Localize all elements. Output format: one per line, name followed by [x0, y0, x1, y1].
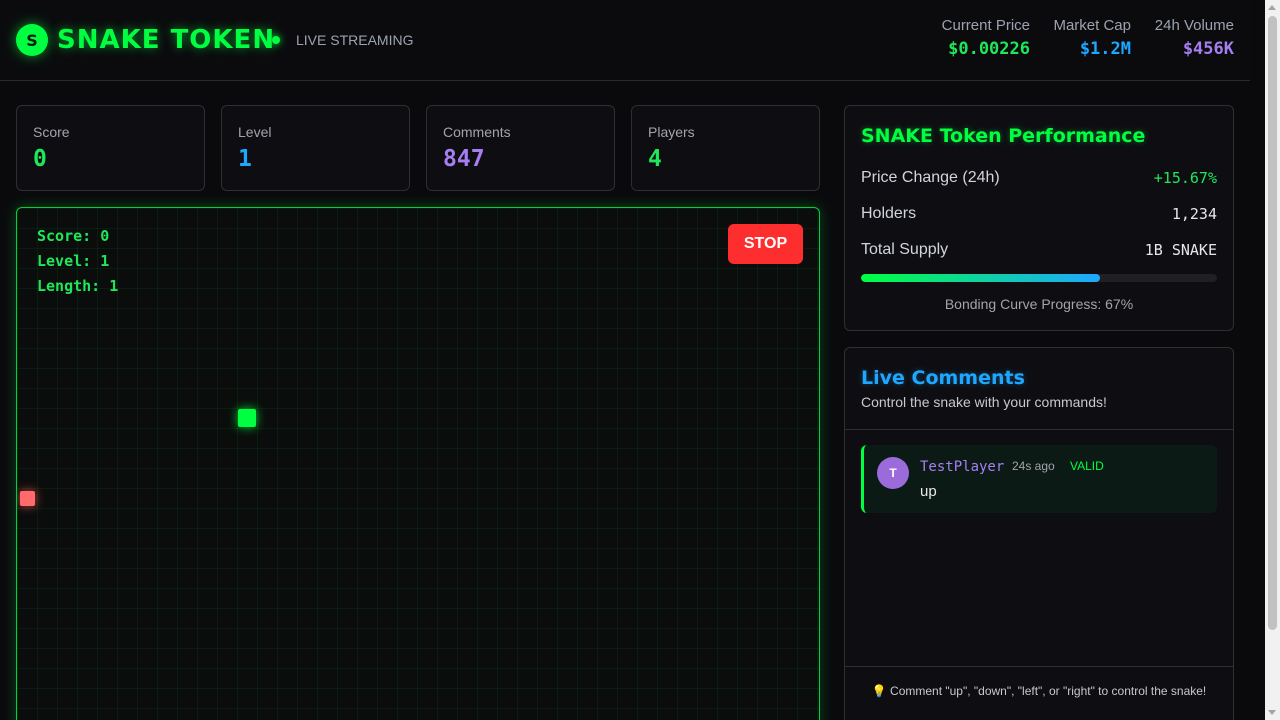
game-hud: Score: 0 Level: 1 Length: 1	[37, 224, 118, 299]
current-price-value: $0.00226	[948, 39, 1030, 59]
market-cap-stat: Market Cap $1.2M	[1053, 17, 1131, 59]
total-supply-label: Total Supply	[861, 241, 949, 258]
level-card-value: 1	[238, 146, 252, 172]
market-cap-value: $1.2M	[1079, 39, 1131, 59]
current-price-label: Current Price	[941, 17, 1030, 34]
hud-length: Length: 1	[37, 277, 119, 295]
stop-button[interactable]: STOP	[728, 224, 803, 264]
bonding-curve-progress-fill	[861, 274, 1100, 282]
comment-timestamp: 24s ago	[1012, 459, 1055, 473]
token-performance-panel: SNAKE Token Performance Price Change (24…	[844, 105, 1234, 331]
controls-tip: 💡 Comment "up", "down", "left", or "righ…	[845, 666, 1233, 715]
game-board[interactable]: Score: 0 Level: 1 Length: 1 STOP	[16, 207, 820, 720]
price-change-row: Price Change (24h) +15.67%	[861, 160, 1217, 196]
players-card-value: 4	[648, 146, 662, 172]
food-item	[20, 491, 35, 506]
volume-label: 24h Volume	[1154, 17, 1234, 34]
comments-card-value: 847	[443, 146, 485, 172]
market-cap-label: Market Cap	[1053, 17, 1131, 34]
logo-icon: S	[16, 24, 48, 56]
holders-label: Holders	[861, 205, 917, 222]
comments-card: Comments 847	[426, 105, 615, 191]
current-price-stat: Current Price $0.00226	[942, 17, 1030, 59]
score-card-value: 0	[33, 146, 47, 172]
live-status-label: LIVE STREAMING	[296, 32, 414, 48]
total-supply-row: Total Supply 1B SNAKE	[861, 232, 1217, 268]
score-card: Score 0	[16, 105, 205, 191]
live-indicator-dot	[272, 36, 280, 44]
bonding-curve-label: Bonding Curve Progress: 67%	[944, 296, 1134, 312]
live-comments-panel: Live Comments Control the snake with you…	[844, 347, 1234, 720]
score-card-label: Score	[33, 124, 70, 140]
price-change-label: Price Change (24h)	[861, 169, 1000, 186]
brand-title: SNAKE TOKEN	[57, 25, 276, 55]
total-supply-value: 1B SNAKE	[1144, 241, 1217, 259]
holders-value: 1,234	[1171, 205, 1217, 223]
performance-title: SNAKE Token Performance	[861, 125, 1146, 147]
comment-item: T TestPlayer 24s ago VALID up	[861, 445, 1217, 513]
scroll-up-arrow-icon[interactable]	[1268, 5, 1276, 10]
hud-score: Score: 0	[37, 227, 110, 245]
level-card: Level 1	[221, 105, 410, 191]
level-card-label: Level	[238, 124, 272, 140]
snake-head	[238, 409, 256, 427]
scrollbar-thumb[interactable]	[1268, 16, 1277, 630]
comments-subtitle: Control the snake with your commands!	[861, 394, 1107, 410]
bonding-curve-progress-bar	[861, 274, 1217, 282]
comments-header: Live Comments Control the snake with you…	[845, 348, 1233, 430]
players-card-label: Players	[648, 124, 695, 140]
page-scrollbar[interactable]	[1265, 0, 1280, 720]
hud-level: Level: 1	[37, 252, 110, 270]
players-card: Players 4	[631, 105, 820, 191]
price-change-value: +15.67%	[1153, 169, 1217, 187]
holders-row: Holders 1,234	[861, 196, 1217, 232]
top-header: S SNAKE TOKEN LIVE STREAMING Current Pri…	[0, 0, 1250, 81]
avatar: T	[877, 457, 909, 489]
comment-status-badge: VALID	[1070, 459, 1104, 473]
comments-title: Live Comments	[861, 367, 1025, 389]
volume-stat: 24h Volume $456K	[1155, 17, 1234, 59]
volume-value: $456K	[1182, 39, 1234, 59]
comment-username: TestPlayer	[920, 459, 1005, 475]
comment-text: up	[920, 483, 937, 500]
comments-card-label: Comments	[443, 124, 511, 140]
scroll-down-arrow-icon[interactable]	[1268, 710, 1276, 715]
